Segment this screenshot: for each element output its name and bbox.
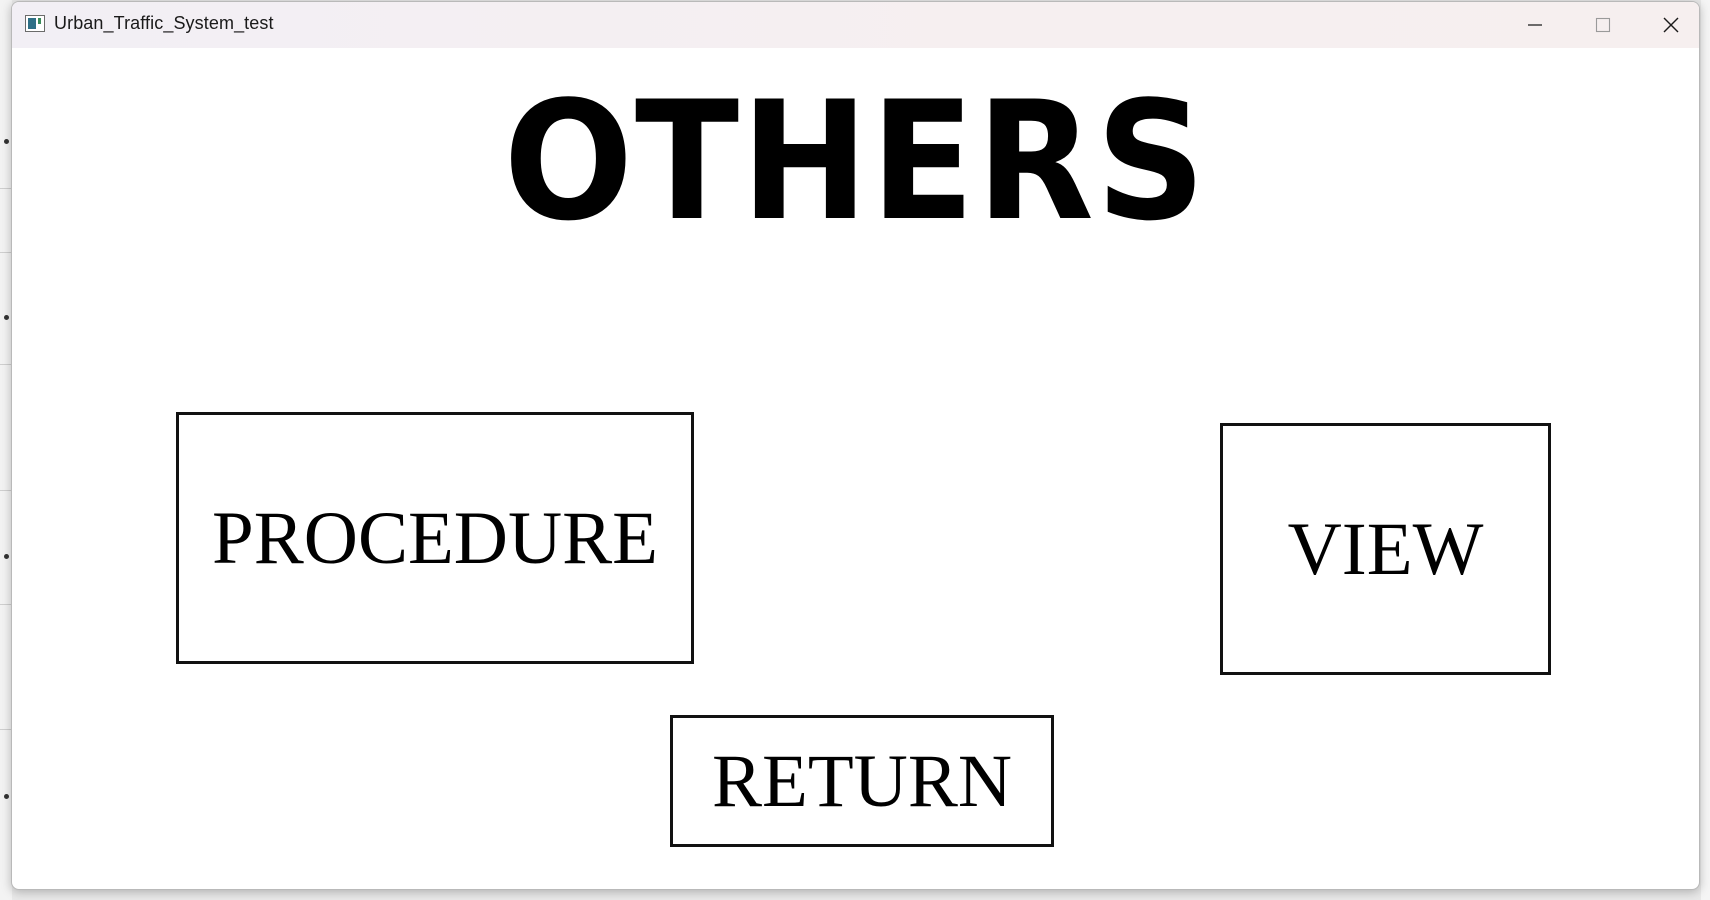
maximize-icon <box>1595 17 1611 33</box>
view-button-label: VIEW <box>1287 507 1484 591</box>
desktop-bullet <box>4 554 9 559</box>
maximize-button[interactable] <box>1569 2 1637 48</box>
app-window: Urban_Traffic_System_test OTHERS PROCEDU… <box>11 1 1700 890</box>
desktop-bullet <box>4 139 9 144</box>
close-button[interactable] <box>1637 2 1699 48</box>
window-title: Urban_Traffic_System_test <box>54 13 274 33</box>
app-icon <box>25 15 45 32</box>
desktop-bullet <box>4 794 9 799</box>
close-icon <box>1663 17 1679 33</box>
return-button-label: RETURN <box>712 739 1012 823</box>
title-bar[interactable]: Urban_Traffic_System_test <box>12 2 1699 48</box>
return-button[interactable]: RETURN <box>670 715 1054 847</box>
desktop-bullet <box>4 315 9 320</box>
procedure-button[interactable]: PROCEDURE <box>176 412 694 664</box>
desktop-right-edge <box>1701 0 1710 900</box>
view-button[interactable]: VIEW <box>1220 423 1551 675</box>
procedure-button-label: PROCEDURE <box>212 496 658 580</box>
page-title: OTHERS <box>503 66 1208 257</box>
minimize-icon <box>1528 24 1542 26</box>
minimize-button[interactable] <box>1501 2 1569 48</box>
